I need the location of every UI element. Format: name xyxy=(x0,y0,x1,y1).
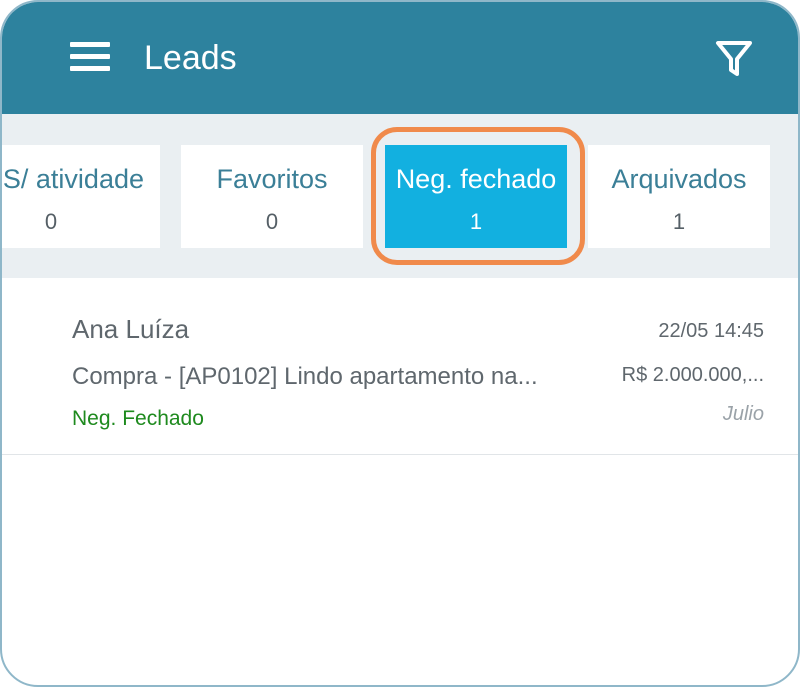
lead-agent: Julio xyxy=(722,403,764,425)
tab-sem-atividade[interactable]: S/ atividade 0 xyxy=(2,145,160,248)
page-title: Leads xyxy=(144,39,237,77)
tab-count: 1 xyxy=(672,209,686,234)
tab-count: 0 xyxy=(265,209,279,234)
tab-label: Neg. fechado xyxy=(395,164,557,194)
lead-name: Ana Luíza xyxy=(72,314,190,344)
tab-favoritos[interactable]: Favoritos 0 xyxy=(181,145,363,248)
lead-datetime: 22/05 14:45 xyxy=(658,320,764,342)
tab-label: Favoritos xyxy=(216,164,328,194)
menu-icon[interactable] xyxy=(70,42,110,72)
tab-label: S/ atividade xyxy=(2,164,144,194)
app-bar: Leads xyxy=(2,2,798,114)
tab-neg-fechado[interactable]: Neg. fechado 1 xyxy=(385,145,567,248)
lead-subject: Compra - [AP0102] Lindo apartamento na..… xyxy=(72,363,538,390)
app-screen: Leads S/ atividade 0 Favoritos 0 Neg. fe… xyxy=(0,0,800,687)
filter-icon[interactable] xyxy=(714,38,754,80)
lead-status: Neg. Fechado xyxy=(72,407,204,430)
tab-count: 1 xyxy=(469,209,483,234)
tab-count: 0 xyxy=(44,209,58,234)
lead-list-item[interactable]: Ana Luíza Compra - [AP0102] Lindo aparta… xyxy=(2,278,798,455)
status-tabs: S/ atividade 0 Favoritos 0 Neg. fechado … xyxy=(2,114,798,278)
tab-label: Arquivados xyxy=(611,164,747,194)
tab-arquivados[interactable]: Arquivados 1 xyxy=(588,145,770,248)
lead-value: R$ 2.000.000,... xyxy=(621,364,764,386)
